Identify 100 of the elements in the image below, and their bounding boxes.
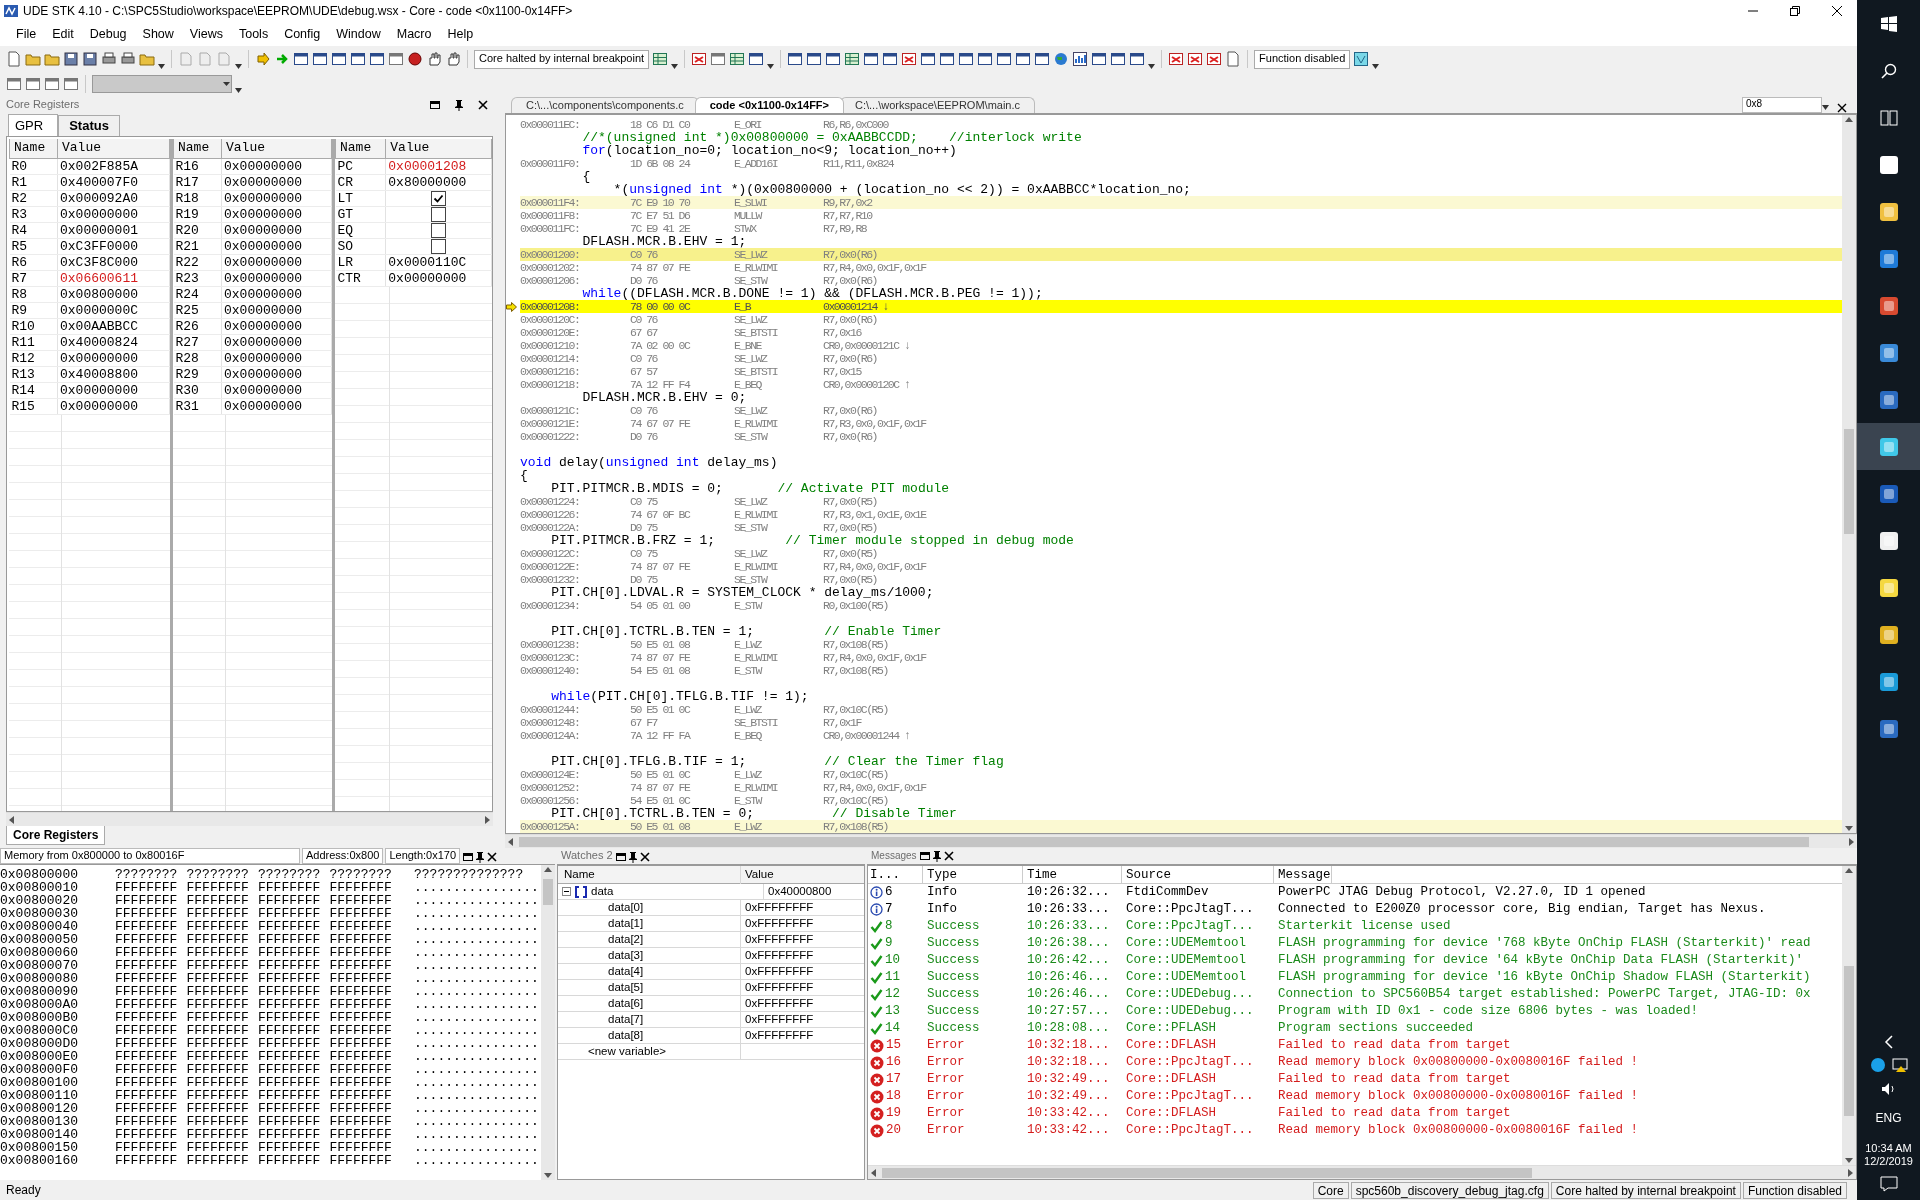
window-icon[interactable]	[825, 51, 842, 67]
table-icon[interactable]	[729, 51, 746, 67]
table-icon[interactable]	[844, 51, 861, 67]
column-header[interactable]: Value	[221, 139, 332, 158]
window-icon[interactable]	[1206, 51, 1223, 67]
tab[interactable]: GPR	[8, 114, 59, 136]
chat-icon[interactable]	[1869, 1057, 1886, 1074]
printer-icon[interactable]	[101, 51, 117, 67]
window-icon[interactable]	[691, 51, 708, 67]
tab[interactable]: Status	[58, 115, 120, 136]
close-icon[interactable]	[477, 99, 489, 111]
app-icon[interactable]	[1877, 623, 1900, 646]
window-icon[interactable]	[1129, 51, 1146, 67]
scroll-thumb[interactable]	[1844, 966, 1854, 1116]
menu-item[interactable]: File	[8, 24, 45, 44]
address-field[interactable]: Address:0x800	[302, 848, 384, 864]
close-icon[interactable]	[1831, 5, 1843, 17]
column-header[interactable]: Value	[385, 139, 492, 158]
window-icon[interactable]	[44, 76, 60, 92]
language-indicator[interactable]: ENG	[1875, 1111, 1902, 1126]
restore-icon[interactable]	[614, 850, 627, 863]
pin-icon[interactable]	[474, 850, 487, 863]
clock-time[interactable]: 10:34 AM	[1865, 1141, 1912, 1155]
window-icon[interactable]	[1187, 51, 1204, 67]
window-icon[interactable]	[920, 51, 937, 67]
menu-item[interactable]: Window	[328, 24, 389, 44]
pin-icon[interactable]	[930, 850, 943, 863]
document-icon[interactable]	[6, 51, 22, 67]
close-icon[interactable]	[1837, 103, 1847, 113]
app-icon[interactable]	[1877, 341, 1900, 364]
caret-icon[interactable]	[671, 64, 679, 69]
window-icon[interactable]	[958, 51, 975, 67]
window-icon[interactable]	[63, 76, 79, 92]
close-icon[interactable]	[486, 850, 499, 863]
pin-icon[interactable]	[626, 850, 639, 863]
window-icon[interactable]	[1168, 51, 1185, 67]
app-icon[interactable]	[1877, 247, 1900, 270]
scroll-thumb[interactable]	[519, 836, 1809, 847]
menu-item[interactable]: Edit	[44, 24, 82, 44]
scroll-thumb[interactable]	[543, 879, 553, 905]
caret-icon[interactable]	[1822, 105, 1829, 110]
folder-icon[interactable]	[44, 51, 60, 67]
close-icon[interactable]	[942, 850, 955, 863]
document-icon[interactable]	[1225, 51, 1242, 67]
notification-icon[interactable]	[1879, 1176, 1898, 1192]
scrollbar[interactable]	[868, 1165, 1856, 1179]
column-header[interactable]: Name	[335, 139, 386, 158]
window-icon[interactable]	[806, 51, 823, 67]
checkbox[interactable]	[431, 238, 447, 254]
column-header[interactable]: Value	[57, 139, 170, 158]
column-header[interactable]: Message	[1274, 865, 1332, 884]
up-arrow-icon[interactable]	[543, 865, 553, 875]
window-icon[interactable]	[863, 51, 880, 67]
window-icon[interactable]	[350, 51, 366, 67]
scrollbar[interactable]	[6, 812, 493, 826]
caret-icon[interactable]	[235, 88, 242, 93]
app-icon[interactable]	[1877, 529, 1900, 552]
window-icon[interactable]	[388, 51, 404, 67]
network-icon[interactable]	[1891, 1057, 1908, 1074]
window-icon[interactable]	[787, 51, 804, 67]
window-icon[interactable]	[710, 51, 727, 67]
column-header[interactable]: I...	[868, 865, 923, 884]
stop-icon[interactable]	[407, 51, 423, 67]
window-icon[interactable]	[1015, 51, 1032, 67]
column-header[interactable]: Source	[1122, 865, 1274, 884]
app-icon[interactable]	[1877, 717, 1900, 740]
window-icon[interactable]	[1091, 51, 1108, 67]
chart-icon[interactable]	[1072, 51, 1089, 67]
scrollbar[interactable]	[1842, 115, 1856, 833]
tab[interactable]: C:\...\workspace\EEPROM\main.c	[840, 96, 1036, 113]
scrollbar[interactable]	[505, 834, 1857, 848]
maximize-icon[interactable]	[1789, 5, 1801, 17]
caret-icon[interactable]	[235, 64, 242, 69]
caret-icon[interactable]	[767, 64, 775, 69]
menu-item[interactable]: Tools	[230, 24, 277, 44]
scrollbar[interactable]	[1842, 866, 1856, 1165]
window-icon[interactable]	[1110, 51, 1127, 67]
app-icon[interactable]	[1877, 576, 1900, 599]
table-icon[interactable]	[652, 51, 669, 67]
menu-item[interactable]: Help	[439, 24, 482, 44]
app-icon[interactable]	[1877, 294, 1900, 317]
checkbox[interactable]	[431, 206, 447, 222]
window-icon[interactable]	[312, 51, 328, 67]
window-icon[interactable]	[369, 51, 385, 67]
window-icon[interactable]	[939, 51, 956, 67]
address-field[interactable]: 0x8	[1742, 96, 1822, 113]
window-icon[interactable]	[882, 51, 899, 67]
down-arrow-icon[interactable]	[1844, 1155, 1854, 1165]
up-arrow-icon[interactable]	[1844, 115, 1854, 125]
app-icon[interactable]	[1877, 435, 1900, 458]
column-header[interactable]: Name	[558, 865, 741, 884]
length-field[interactable]: Length:0x170	[385, 848, 461, 864]
clock-date[interactable]: 12/2/2019	[1864, 1154, 1913, 1168]
search-icon[interactable]	[1880, 62, 1897, 79]
globe-icon[interactable]	[1053, 51, 1070, 67]
restore-icon[interactable]	[918, 850, 931, 863]
down-arrow-icon[interactable]	[543, 1170, 553, 1180]
caret-icon[interactable]	[1372, 64, 1380, 69]
menu-item[interactable]: Debug	[81, 24, 135, 44]
scroll-thumb[interactable]	[1844, 429, 1854, 534]
